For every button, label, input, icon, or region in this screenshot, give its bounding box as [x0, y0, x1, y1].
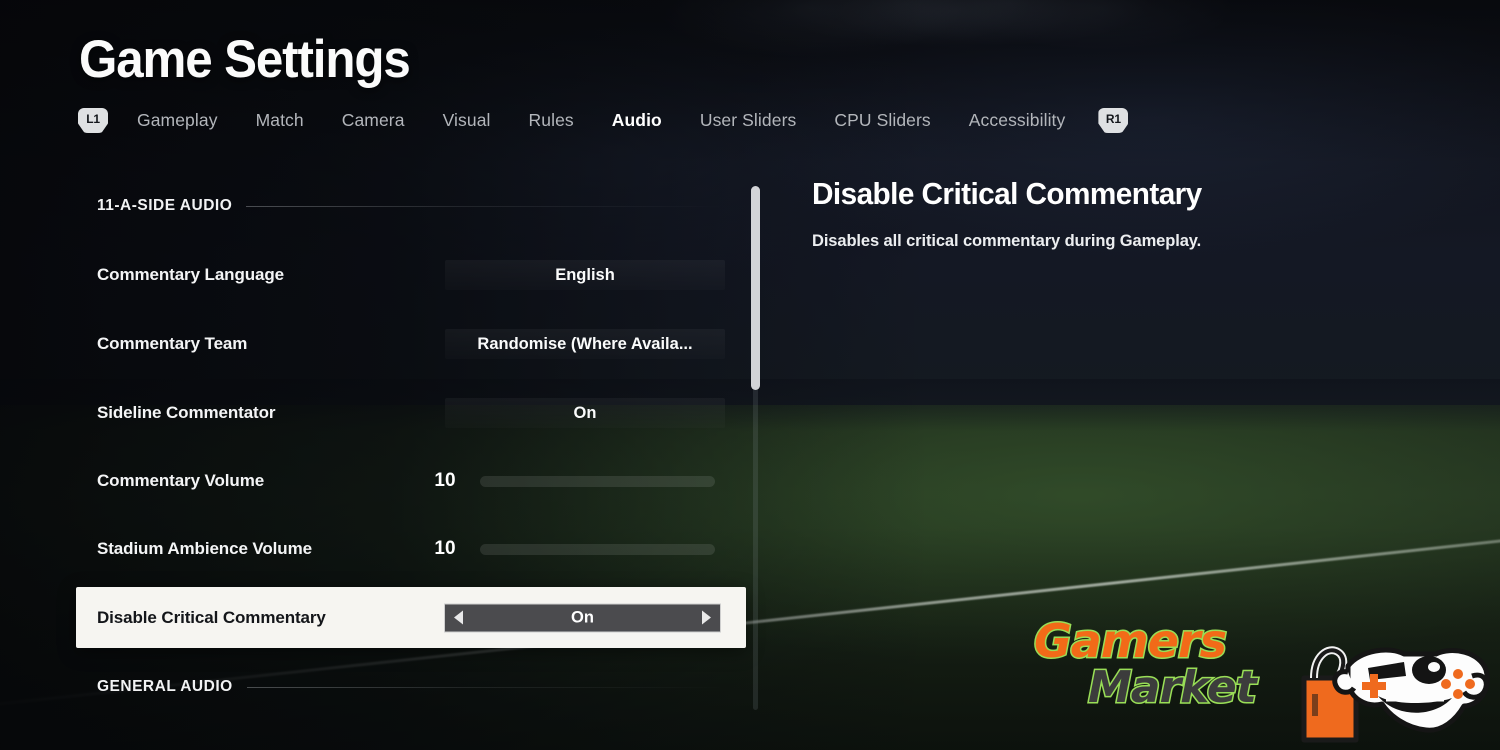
detail-panel: Disable Critical Commentary Disables all… [812, 176, 1432, 251]
detail-title: Disable Critical Commentary [812, 176, 1202, 211]
tab-match[interactable]: Match [237, 110, 323, 131]
watermark-line-2: Market [1087, 662, 1259, 713]
tab-accessibility[interactable]: Accessibility [950, 110, 1085, 131]
tab-user-sliders[interactable]: User Sliders [681, 110, 816, 131]
setting-label: Commentary Team [97, 334, 248, 353]
volume-slider-track[interactable] [480, 543, 715, 555]
tab-visual[interactable]: Visual [424, 110, 510, 131]
l1-shoulder-button-icon[interactable]: L1 [78, 108, 108, 133]
tab-cpu-sliders[interactable]: CPU Sliders [815, 110, 949, 131]
setting-label: Commentary Language [97, 265, 285, 284]
setting-value: Randomise (Where Availa... [477, 334, 693, 353]
section-header-label: 11-A-SIDE AUDIO [97, 197, 233, 214]
setting-row-disable-critical-commentary-selected[interactable]: Disable Critical Commentary On [76, 587, 746, 648]
section-header-label: GENERAL AUDIO [97, 678, 233, 695]
r1-shoulder-button-icon[interactable]: R1 [1098, 108, 1129, 133]
watermark-line-1: Gamers [1033, 614, 1229, 668]
slider-value: 10 [434, 538, 456, 559]
setting-row-stadium-ambience-volume[interactable]: Stadium Ambience Volume 10 [97, 534, 725, 564]
setting-label: Sideline Commentator [97, 403, 276, 422]
settings-scrollbar-thumb[interactable] [751, 186, 760, 391]
section-header-general-audio: GENERAL AUDIO [97, 677, 725, 697]
setting-value-box[interactable]: Randomise (Where Availa... [445, 329, 725, 359]
setting-row-commentary-team[interactable]: Commentary Team Randomise (Where Availa.… [97, 329, 725, 359]
section-header-11-a-side-audio: 11-A-SIDE AUDIO [97, 196, 725, 216]
gamers-market-watermark: Gamers Market [1018, 612, 1500, 750]
setting-row-sideline-commentator[interactable]: Sideline Commentator On [97, 398, 725, 428]
detail-description: Disables all critical commentary during … [812, 232, 1202, 250]
slider-value: 10 [434, 470, 456, 491]
settings-tab-bar: L1 Gameplay Match Camera Visual Rules Au… [78, 108, 1129, 133]
chevron-right-icon[interactable] [702, 610, 711, 625]
chevron-left-icon[interactable] [454, 610, 463, 625]
settings-list: 11-A-SIDE AUDIO Commentary Language Engl… [0, 168, 760, 728]
gamepad-mascot-icon [1286, 620, 1491, 750]
setting-value-box[interactable]: On [445, 398, 725, 428]
section-divider-line [246, 205, 725, 207]
setting-label: Disable Critical Commentary [97, 607, 326, 627]
spinner-value: On [571, 608, 594, 626]
setting-row-commentary-volume[interactable]: Commentary Volume 10 [97, 466, 725, 496]
setting-label: Commentary Volume [97, 471, 265, 490]
setting-value: English [555, 265, 615, 284]
setting-label: Stadium Ambience Volume [97, 539, 312, 558]
setting-row-commentary-language[interactable]: Commentary Language English [97, 260, 725, 290]
setting-value-box[interactable]: English [445, 260, 725, 290]
tab-camera[interactable]: Camera [323, 110, 424, 131]
watermark-wordmark: Gamers Market [1033, 614, 1284, 713]
tab-gameplay[interactable]: Gameplay [118, 110, 237, 131]
page-title: Game Settings [79, 30, 411, 89]
option-spinner[interactable]: On [444, 603, 721, 632]
volume-slider-track[interactable] [480, 475, 715, 487]
setting-value: On [573, 403, 597, 422]
tab-rules[interactable]: Rules [510, 110, 593, 131]
tab-audio[interactable]: Audio [593, 110, 681, 131]
section-divider-line [246, 686, 725, 688]
